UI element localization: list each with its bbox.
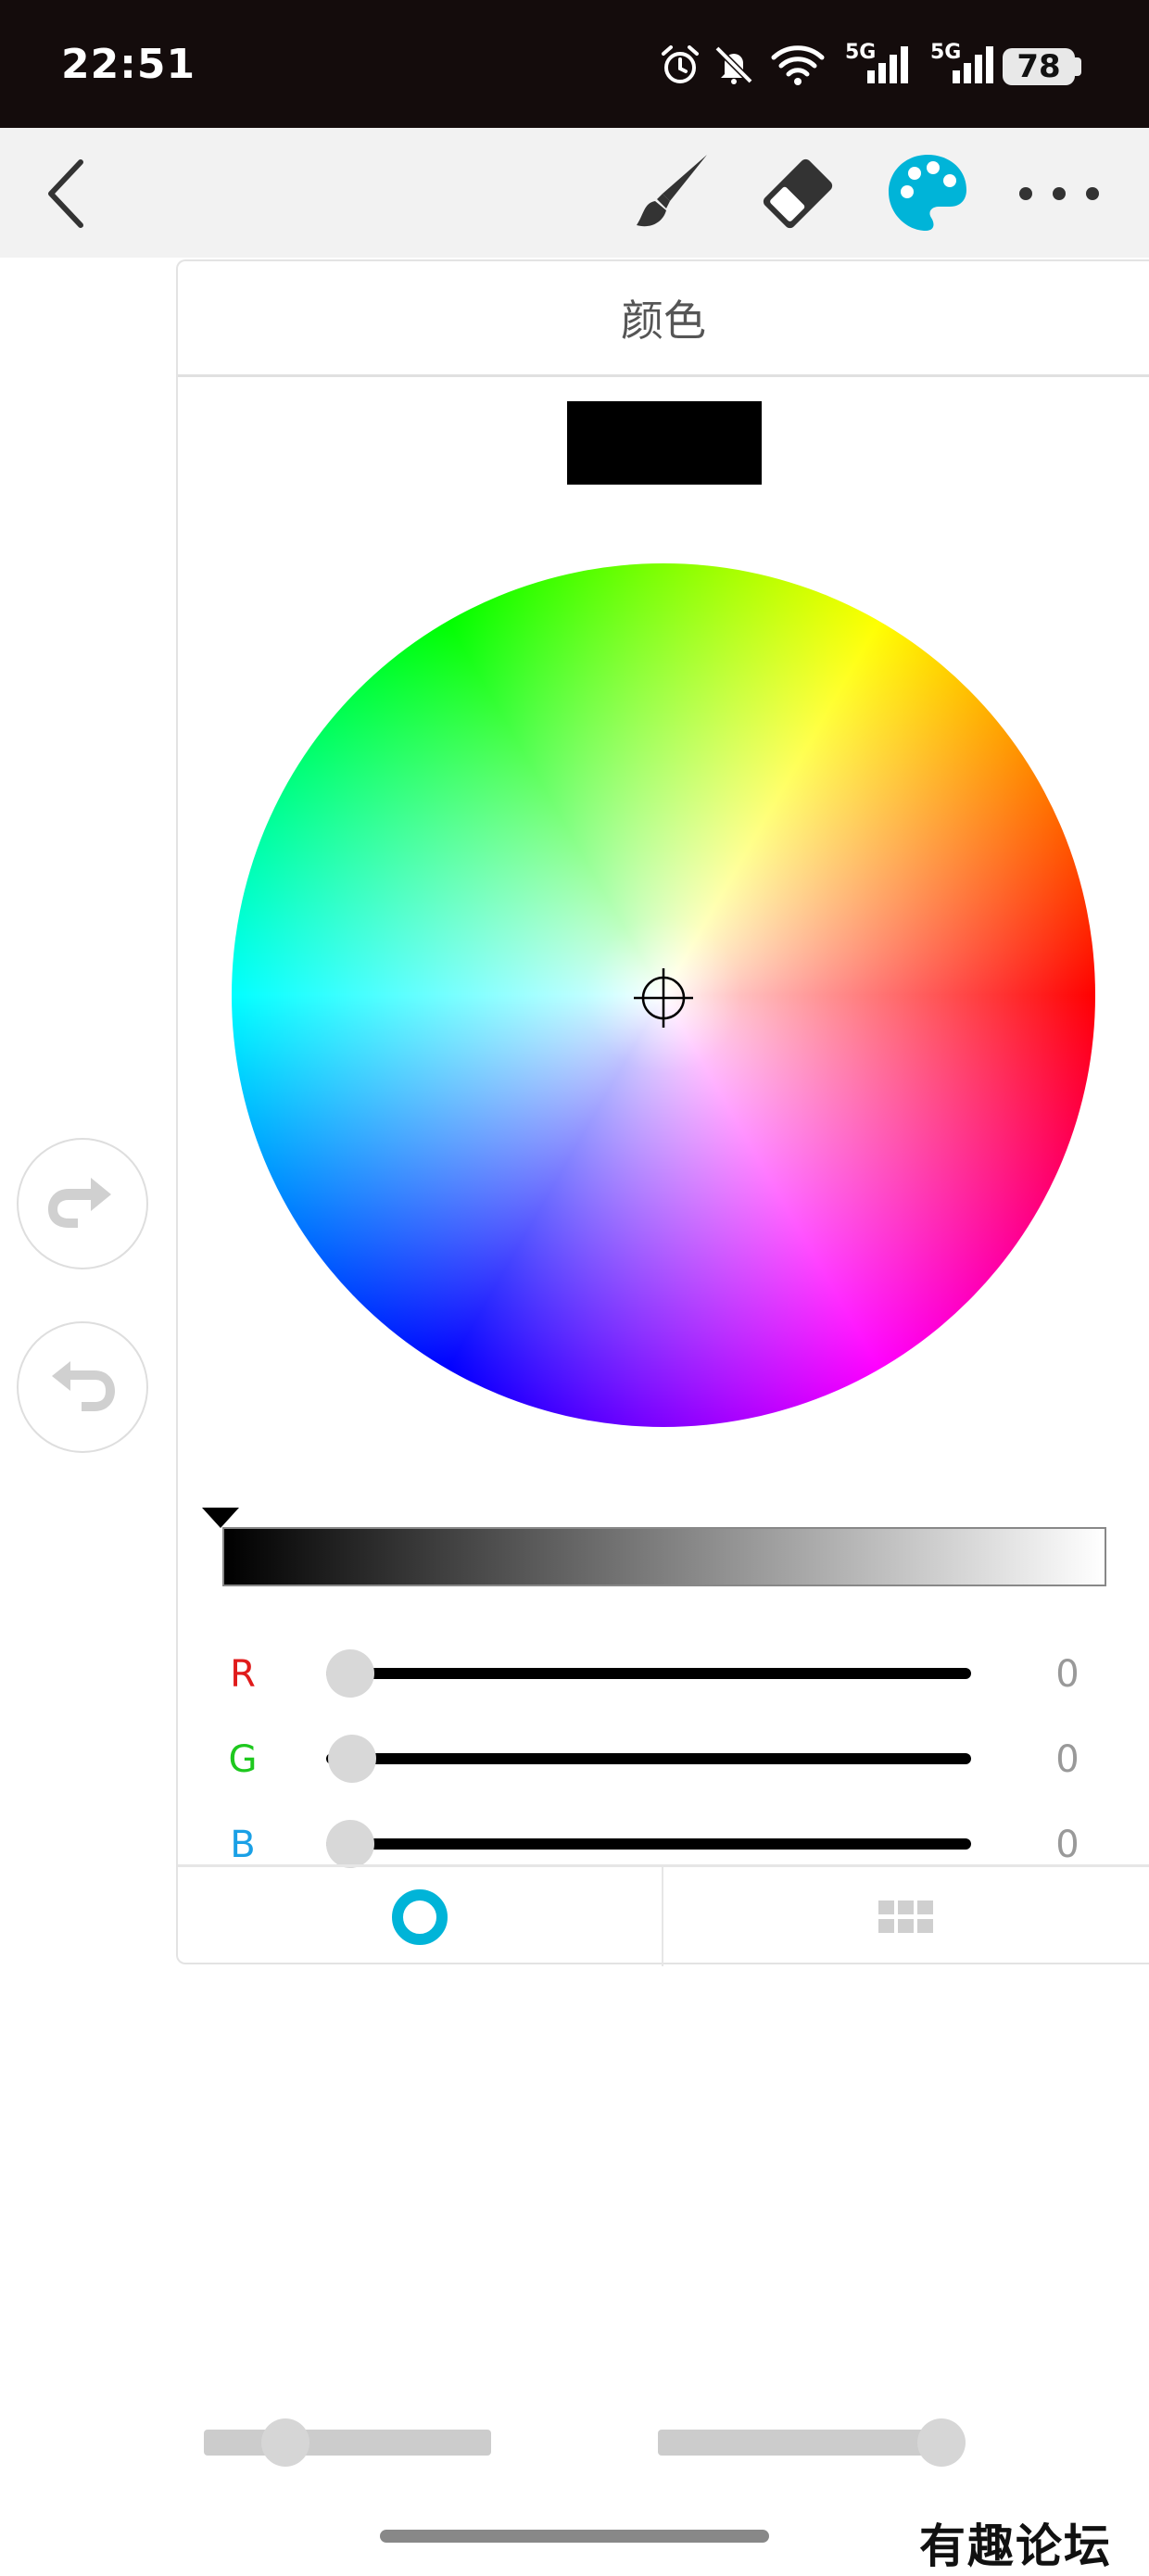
crosshair-icon[interactable] (631, 966, 696, 1030)
brightness-bar[interactable] (222, 1527, 1106, 1586)
more-icon (1019, 187, 1099, 200)
palette-button[interactable] (878, 145, 977, 243)
undo-icon (52, 1361, 115, 1411)
opacity-slider[interactable] (658, 2430, 945, 2456)
green-knob[interactable] (328, 1735, 376, 1783)
signal-icon-1 (852, 37, 914, 93)
toolbar (0, 128, 1149, 258)
red-knob[interactable] (326, 1649, 374, 1698)
palette-icon (889, 155, 966, 231)
opacity-knob[interactable] (917, 2418, 966, 2467)
brush-icon (637, 155, 707, 227)
eraser-button[interactable] (749, 145, 847, 243)
battery-icon: 78 (1003, 48, 1075, 85)
green-track[interactable] (326, 1753, 971, 1764)
chevron-left-icon (48, 159, 83, 228)
alarm-icon (654, 37, 706, 93)
brush-button[interactable] (621, 145, 719, 243)
green-label: G (228, 1738, 258, 1781)
green-value: 0 (1055, 1738, 1080, 1781)
red-label: R (230, 1653, 256, 1696)
red-track[interactable] (326, 1668, 971, 1679)
brush-size-slider[interactable] (204, 2430, 491, 2456)
redo-icon (48, 1178, 111, 1228)
tab-color-wheel[interactable] (178, 1867, 662, 1966)
mute-icon (708, 37, 760, 93)
redo-button[interactable] (17, 1138, 148, 1269)
color-wheel-tab-icon (392, 1888, 448, 1945)
watermark: 有趣论坛 (919, 2519, 1112, 2573)
blue-value: 0 (1055, 1824, 1080, 1866)
home-indicator[interactable] (380, 2530, 769, 2543)
color-preview (567, 401, 762, 485)
brightness-marker[interactable] (202, 1508, 239, 1528)
brush-size-knob[interactable] (261, 2418, 309, 2467)
color-panel: 颜色 R 0 G 0 B 0 (176, 259, 1149, 1966)
tab-swatches[interactable] (663, 1867, 1149, 1966)
panel-title: 颜色 (621, 296, 706, 346)
status-time: 22:51 (61, 41, 196, 88)
battery-tip (1075, 57, 1081, 76)
more-button[interactable] (1010, 145, 1108, 243)
title-divider (178, 374, 1149, 377)
blue-track[interactable] (326, 1838, 971, 1850)
swatch-grid-tab-icon (878, 1900, 933, 1933)
blue-label: B (230, 1824, 256, 1866)
red-value: 0 (1055, 1653, 1080, 1696)
blue-knob[interactable] (326, 1820, 374, 1868)
undo-button[interactable] (17, 1321, 148, 1453)
eraser-icon (763, 158, 833, 229)
signal-icon-2 (938, 37, 999, 93)
status-bar: 22:51 5G 5G 78 (0, 0, 1149, 128)
back-button[interactable] (19, 145, 117, 243)
wifi-icon (767, 37, 828, 93)
